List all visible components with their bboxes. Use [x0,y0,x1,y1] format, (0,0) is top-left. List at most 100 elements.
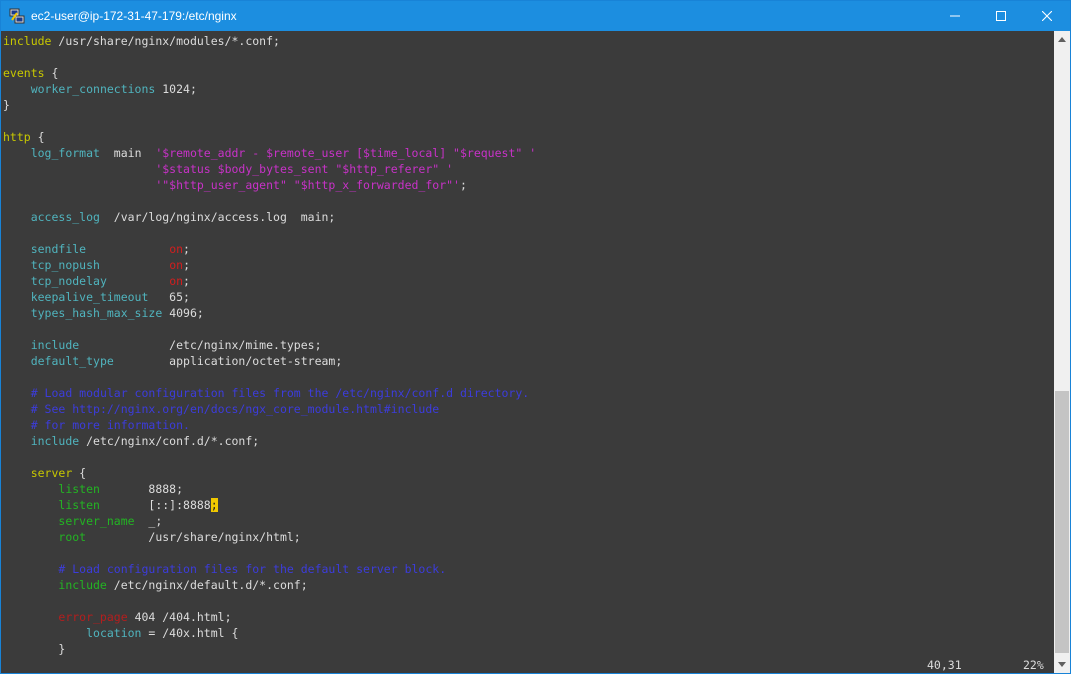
terminal-text-area[interactable]: 40,31 22% include /usr/share/nginx/modul… [1,31,1053,673]
code-token: keepalive_timeout [30,290,149,304]
terminal-line: error_page 404 /404.html; [3,609,232,625]
terminal-line: include /usr/share/nginx/modules/*.conf; [3,33,280,49]
code-token: tcp_nodelay [30,274,107,288]
code-token: } [3,98,10,112]
code-token: 1024; [155,82,197,96]
code-token: /usr/share/nginx/html; [86,530,301,544]
code-token: /etc/nginx/mime.types; [79,338,322,352]
code-token: } [3,642,66,656]
title-bar[interactable]: ec2-user@ip-172-31-47-179:/etc/nginx [1,1,1070,31]
code-token: 65; [148,290,190,304]
code-token: '$remote_addr - $remote_user [$time_loca… [155,146,537,160]
terminal-line: # Load configuration files for the defau… [3,561,446,577]
terminal-line: events { [3,65,58,81]
code-token: ; [183,258,190,272]
code-token: tcp_nopush [30,258,100,272]
code-token: 404 /404.html; [127,610,232,624]
terminal-line: access_log /var/log/nginx/access.log mai… [3,209,336,225]
vertical-scrollbar[interactable] [1054,31,1070,673]
code-token: # See http://nginx.org/en/docs/ngx_core_… [30,402,440,416]
code-token: ; [183,274,190,288]
code-token: on [169,242,184,256]
terminal-line: server_name _; [3,513,162,529]
terminal-line: worker_connections 1024; [3,81,197,97]
code-token: include [30,338,80,352]
terminal-line: include /etc/nginx/default.d/*.conf; [3,577,308,593]
code-token: [::]:8888 [99,498,211,512]
code-token: 8888; [99,482,184,496]
code-token: '"$http_user_agent" "$http_x_forwarded_f… [155,178,460,192]
terminal-line: '$status $body_bytes_sent "$http_referer… [3,161,453,177]
terminal-line: } [3,641,65,657]
code-token: server [30,466,73,480]
terminal-line: root /usr/share/nginx/html; [3,529,301,545]
putty-icon[interactable] [9,8,25,24]
scroll-up-button[interactable] [1054,31,1070,48]
terminal-line: keepalive_timeout 65; [3,289,190,305]
scroll-down-button[interactable] [1054,656,1070,673]
code-token: root [58,530,87,544]
maximize-button[interactable] [978,1,1024,31]
text-cursor: ; [210,498,218,512]
code-token: error_page [58,610,128,624]
cursor-position: 40,31 [927,658,962,672]
scrollbar-thumb[interactable] [1055,391,1069,653]
terminal-line: include /etc/nginx/mime.types; [3,337,322,353]
terminal-line: include /etc/nginx/conf.d/*.conf; [3,433,259,449]
code-token: ; [183,242,190,256]
terminal-line: # See http://nginx.org/en/docs/ngx_core_… [3,401,440,417]
code-token: access_log [30,210,100,224]
terminal-line: tcp_nodelay on; [3,273,190,289]
code-token: listen [58,482,100,496]
code-token: # Load configuration files for the defau… [58,562,447,576]
terminal-line: types_hash_max_size 4096; [3,305,204,321]
terminal-line: # for more information. [3,417,190,433]
chevron-down-icon [1058,662,1066,667]
window-title: ec2-user@ip-172-31-47-179:/etc/nginx [31,9,237,23]
code-token: = /40x.html { [141,626,239,640]
close-icon [1042,11,1052,21]
code-token: types_hash_max_size [30,306,163,320]
code-token: include [30,434,80,448]
maximize-icon [996,11,1006,21]
code-token: { [30,130,45,144]
code-token: http [3,130,31,144]
code-token: location [86,626,142,640]
code-token: application/octet-stream; [113,354,343,368]
minimize-button[interactable] [932,1,978,31]
terminal-line: listen [::]:8888; [3,497,218,513]
close-button[interactable] [1024,1,1070,31]
terminal-line: server { [3,465,86,481]
code-token: /etc/nginx/default.d/*.conf; [106,578,308,592]
code-token: listen [58,498,100,512]
scroll-percent: 22% [1023,658,1044,672]
code-token: main [99,146,156,160]
code-token: on [169,274,184,288]
terminal-line: listen 8888; [3,481,183,497]
code-token: /usr/share/nginx/modules/*.conf; [51,34,280,48]
code-token: worker_connections [30,82,156,96]
terminal-line: # Load modular configuration files from … [3,385,530,401]
code-token: /var/log/nginx/access.log main; [99,210,336,224]
